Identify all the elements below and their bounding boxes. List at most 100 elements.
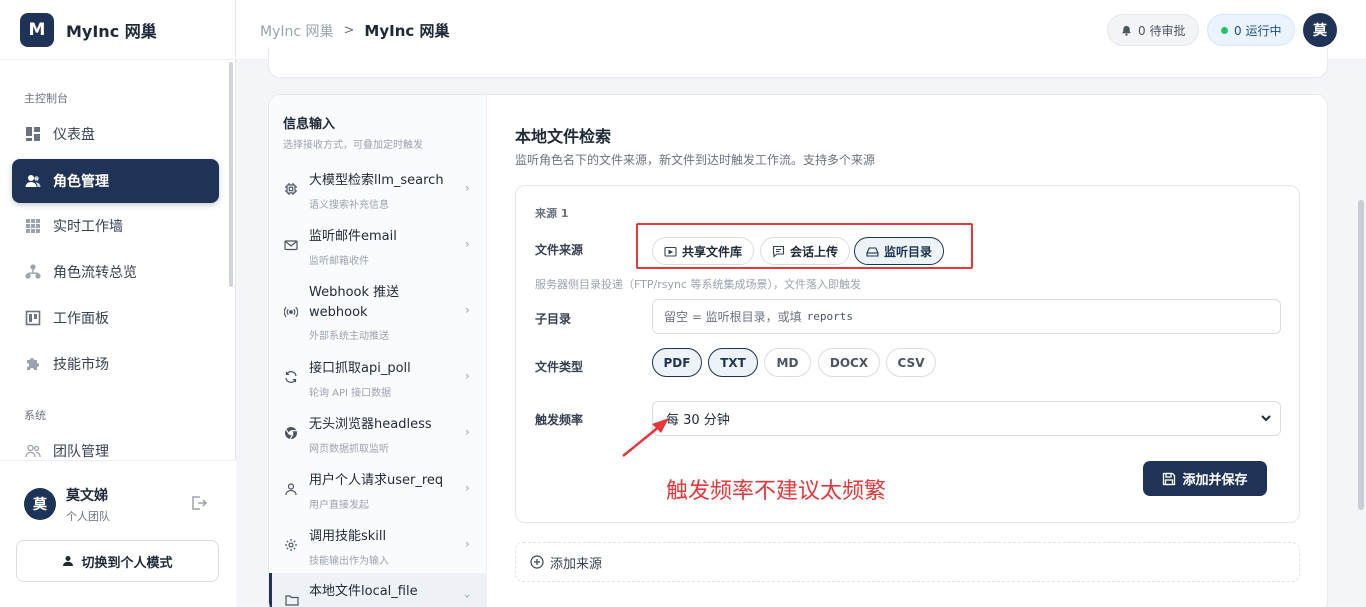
source-item-webhook[interactable]: Webhook 推送 webhook 外部系统主动推送 › — [269, 281, 487, 345]
source-name: 监听邮件email — [309, 229, 397, 244]
chevron-right-icon: › — [465, 181, 470, 195]
plus-circle-icon — [530, 555, 550, 569]
nav-item-live-wall[interactable]: 实时工作墙 — [12, 204, 219, 248]
mail-icon — [283, 237, 299, 253]
info-input-subtitle: 选择接收方式，可叠加定时触发 — [283, 140, 423, 151]
team-icon — [24, 442, 42, 460]
nav-group-main: 主控制台 — [24, 92, 68, 105]
nav-menu: 主控制台 仪表盘 角色管理 实时工作墙 角色流转总览 工作面板 技能市场 系统 … — [0, 60, 236, 460]
nav-item-team[interactable]: 团队管理 — [12, 429, 219, 460]
chevron-right-icon: › — [465, 303, 470, 317]
source-name: 用户个人请求user_req — [309, 473, 444, 488]
brand-logo: M — [20, 12, 54, 47]
nav-item-role-flow[interactable]: 角色流转总览 — [12, 250, 219, 294]
source-item-user-req[interactable]: 用户个人请求user_req 用户直接发起 › — [269, 469, 487, 513]
source-hint: 服务器侧目录投递（FTP/rsync 等系统集成场景），文件落入即触发 — [535, 278, 861, 291]
running-label: 0 运行中 — [1234, 23, 1282, 38]
add-source-label: 添加来源 — [550, 556, 603, 572]
nav-item-work-board[interactable]: 工作面板 — [12, 296, 219, 340]
source-item-email[interactable]: 监听邮件email 监听邮箱收件 › — [269, 225, 487, 269]
source-item-headless[interactable]: 无头浏览器headless 网页数据抓取监听 › — [269, 413, 487, 457]
source-desc: 外部系统主动推送 — [309, 331, 389, 342]
source-desc: 语义搜索补充信息 — [309, 200, 389, 211]
info-input-list: 信息输入 选择接收方式，可叠加定时触发 大模型检索llm_search 语义搜索… — [269, 95, 487, 607]
bell-icon — [1121, 25, 1132, 36]
board-icon — [24, 309, 42, 327]
header-avatar[interactable]: 莫 — [1303, 13, 1337, 47]
annotation-highlight-box — [636, 223, 973, 269]
user-name: 莫文娣 — [66, 488, 108, 504]
switch-mode-button[interactable]: 切换到个人模式 — [16, 540, 219, 582]
add-source-button[interactable]: 添加来源 — [515, 542, 1300, 582]
info-input-title: 信息输入 — [283, 117, 336, 132]
breadcrumb-separator: > — [343, 23, 355, 38]
nav-item-roles[interactable]: 角色管理 — [12, 159, 219, 203]
user-info: 莫文娣 个人团队 — [66, 485, 110, 524]
running-pill[interactable]: 0 运行中 — [1207, 14, 1296, 46]
source-item-skill[interactable]: 调用技能skill 技能输出作为输入 › — [269, 525, 487, 569]
nav-item-label: 团队管理 — [53, 444, 109, 460]
file-type-csv[interactable]: CSV — [886, 348, 936, 377]
nav-item-skill-market[interactable]: 技能市场 — [12, 342, 219, 386]
file-source-label: 文件来源 — [535, 243, 584, 257]
sidebar-scrollbar[interactable] — [229, 62, 233, 287]
source-name: Webhook 推送 — [309, 285, 400, 300]
source-card: 来源 1 文件来源 共享文件库 会话上传 监听目录 服务器侧目录投递（FTP/r… — [515, 185, 1300, 523]
trigger-frequency-select[interactable]: 每 30 分钟 — [652, 401, 1281, 436]
file-type-txt[interactable]: TXT — [708, 348, 758, 377]
subdir-placeholder-code: reports — [806, 310, 854, 323]
source-name-line2: webhook — [309, 305, 368, 320]
add-and-save-button[interactable]: 添加并保存 — [1143, 461, 1267, 496]
chevron-right-icon: › — [465, 537, 470, 551]
main-card: 信息输入 选择接收方式，可叠加定时触发 大模型检索llm_search 语义搜索… — [268, 94, 1328, 607]
source-desc: 轮询 API 接口数据 — [309, 388, 392, 399]
file-type-pdf[interactable]: PDF — [652, 348, 702, 377]
user-icon — [283, 481, 299, 497]
puzzle-icon — [24, 355, 42, 373]
page-scrollbar[interactable] — [1358, 200, 1364, 510]
chevron-right-icon: › — [465, 369, 470, 383]
dashboard-icon — [24, 125, 42, 143]
brand-name: MyInc 网巢 — [66, 21, 157, 41]
subdir-label: 子目录 — [535, 312, 572, 326]
refresh-icon — [283, 369, 299, 385]
source-item-local-file[interactable]: 本地文件local_file › — [269, 573, 487, 607]
panel-subtitle: 监听角色名下的文件来源，新文件到达时触发工作流。支持多个来源 — [515, 153, 876, 167]
trigger-value: 每 30 分钟 — [666, 413, 730, 428]
nav-item-label: 角色流转总览 — [53, 265, 137, 281]
user-icon — [62, 555, 74, 567]
chevron-right-icon: › — [465, 237, 470, 251]
nav-item-label: 角色管理 — [53, 174, 109, 190]
source-item-llm-search[interactable]: 大模型检索llm_search 语义搜索补充信息 › — [269, 169, 487, 213]
brand[interactable]: M MyInc 网巢 — [0, 0, 235, 60]
source-desc: 监听邮箱收件 — [309, 256, 369, 267]
chevron-down-icon: › — [460, 593, 475, 599]
avatar[interactable]: 莫 — [24, 488, 56, 520]
nav-item-label: 技能市场 — [53, 357, 109, 373]
chevron-right-icon: › — [465, 425, 470, 439]
cpu-icon — [283, 181, 299, 197]
nav-item-dashboard[interactable]: 仪表盘 — [12, 112, 219, 156]
file-type-md[interactable]: MD — [764, 348, 811, 377]
file-type-docx[interactable]: DOCX — [818, 348, 880, 377]
file-type-label: 文件类型 — [535, 360, 584, 374]
breadcrumb-prev[interactable]: MyInc 网巢 — [260, 21, 334, 41]
subdir-input[interactable]: 留空 = 监听根目录，或填 reports — [652, 299, 1281, 334]
subdir-placeholder: 留空 = 监听根目录，或填 — [664, 310, 802, 324]
source-desc: 网页数据抓取监听 — [309, 444, 389, 455]
chevron-down-icon — [1259, 411, 1273, 425]
top-card — [268, 48, 1328, 78]
pending-approval-pill[interactable]: 0 待审批 — [1107, 14, 1200, 46]
source-item-api-poll[interactable]: 接口抓取api_poll 轮询 API 接口数据 › — [269, 357, 487, 401]
breadcrumb: MyInc 网巢 > MyInc 网巢 — [260, 20, 450, 41]
switch-mode-label: 切换到个人模式 — [81, 555, 173, 571]
chevron-right-icon: › — [465, 481, 470, 495]
folder-icon — [284, 592, 300, 607]
gear-icon — [283, 537, 299, 553]
source-desc: 技能输出作为输入 — [309, 556, 389, 567]
logout-icon[interactable] — [190, 494, 208, 512]
users-icon — [24, 172, 42, 190]
grid-icon — [24, 217, 42, 235]
nav-group-system: 系统 — [24, 409, 46, 422]
source-index-label: 来源 1 — [535, 207, 569, 220]
